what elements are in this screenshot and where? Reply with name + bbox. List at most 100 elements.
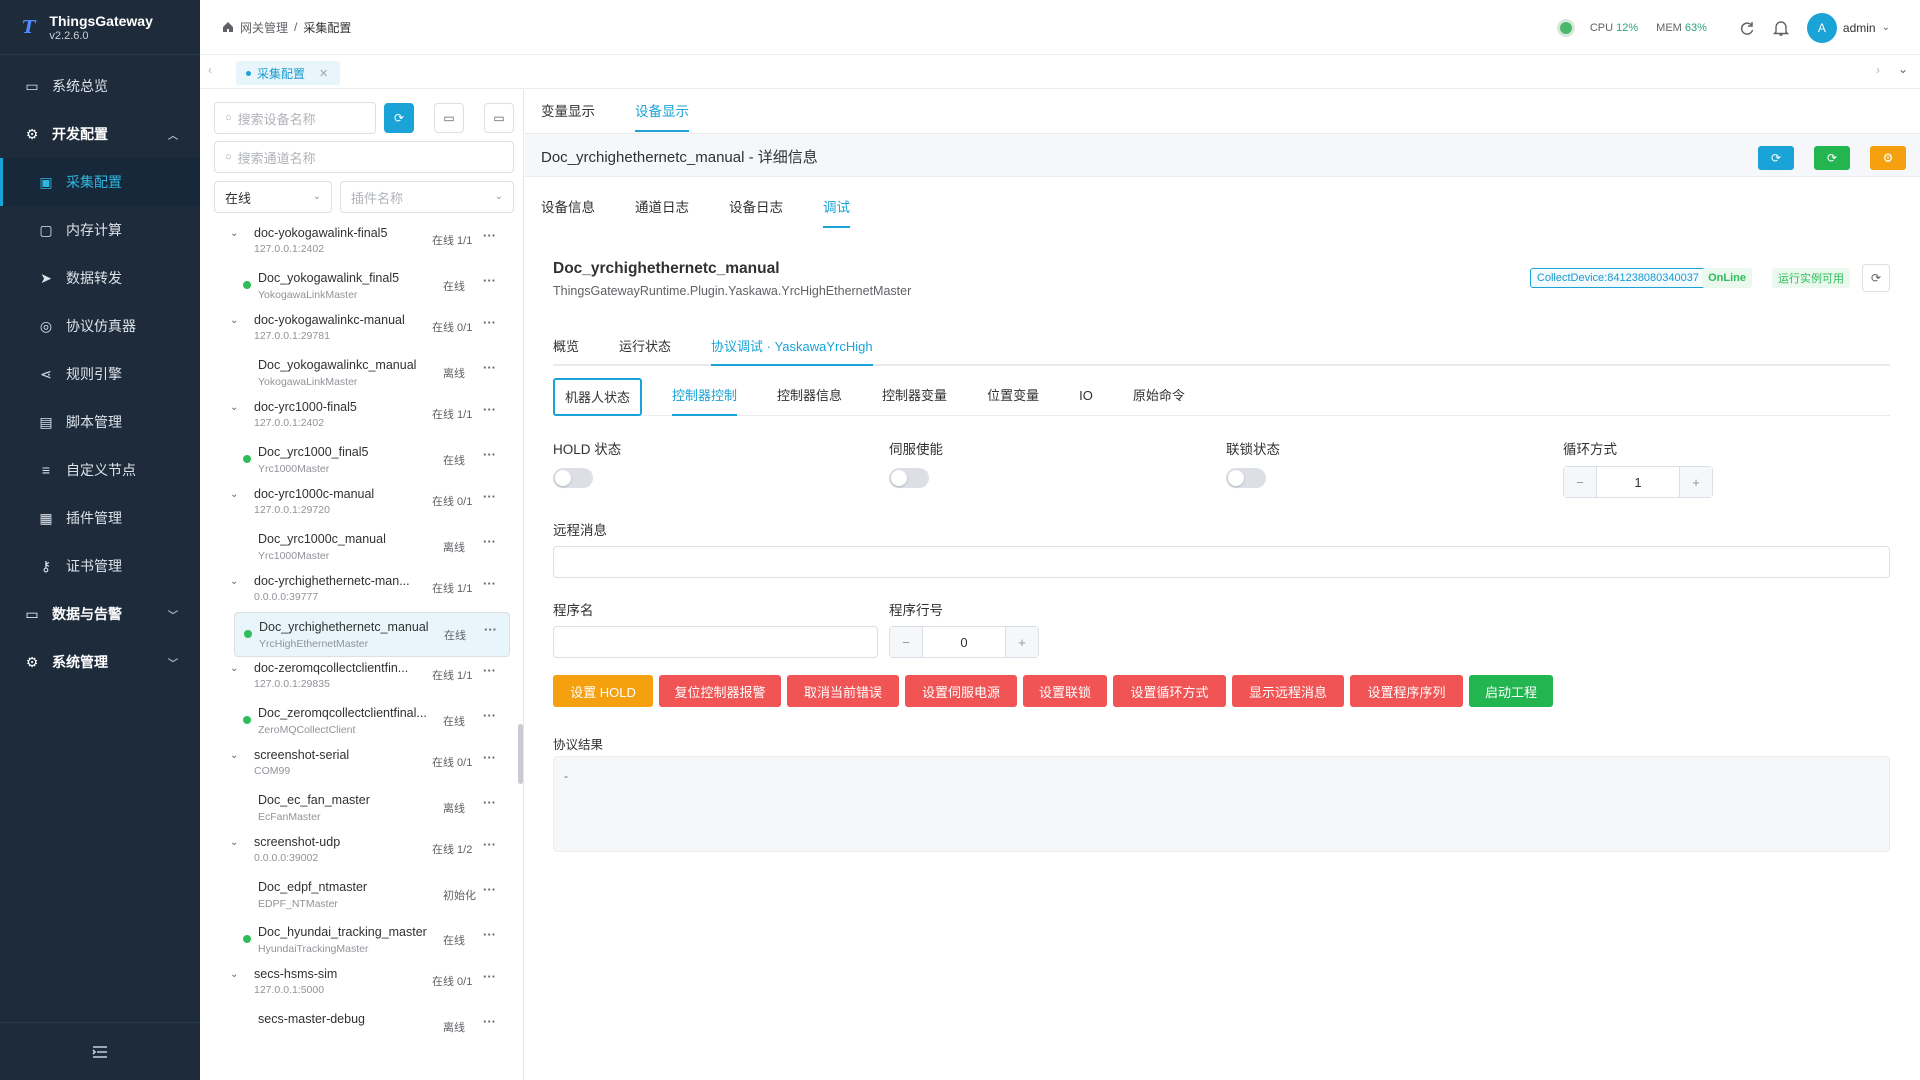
more-icon[interactable]: ··· xyxy=(483,708,496,723)
sidebar-item-7[interactable]: ▤ 脚本管理 xyxy=(0,398,200,446)
device-leaf[interactable]: Doc_yokogawalink_final5 YokogawaLinkMaste… xyxy=(234,264,510,309)
minus-icon[interactable]: − xyxy=(1564,467,1596,497)
device-leaf[interactable]: Doc_yrc1000_final5 Yrc1000Master 在线 ··· xyxy=(234,438,510,483)
program-line-value[interactable]: 0 xyxy=(922,627,1006,657)
settings-button[interactable]: ⚙ xyxy=(1870,146,1906,170)
more-icon[interactable]: ··· xyxy=(483,927,496,942)
chevron-down-icon[interactable]: ⌄ xyxy=(230,228,238,239)
channel-node[interactable]: ⌄ doc-yokogawalinkc-manual 127.0.0.1:29781… xyxy=(200,309,512,351)
more-icon[interactable]: ··· xyxy=(483,534,496,549)
channel-node[interactable]: ⌄ doc-zeromqcollectclientfin... 127.0.0.1:… xyxy=(200,657,512,699)
channel-node[interactable]: ⌄ screenshot-udp 0.0.0.0:39002 在线 1/2 ··· xyxy=(200,831,512,873)
refresh-icon[interactable] xyxy=(1739,20,1755,36)
sidebar-item-5[interactable]: ◎ 协议仿真器 xyxy=(0,302,200,350)
detail-tab-2[interactable]: 设备日志 xyxy=(729,190,783,228)
command-tab-3[interactable]: 控制器变量 xyxy=(882,378,947,415)
display-button[interactable]: ▭ xyxy=(484,103,514,133)
chevron-down-icon[interactable]: ⌄ xyxy=(230,969,238,980)
chevron-down-icon[interactable]: ⌄ xyxy=(230,489,238,500)
refresh-button[interactable]: ⟳ xyxy=(1758,146,1794,170)
more-icon[interactable]: ··· xyxy=(483,360,496,375)
more-icon[interactable]: ··· xyxy=(483,1014,496,1029)
display-tab-1[interactable]: 设备显示 xyxy=(635,90,689,132)
inner-tab-1[interactable]: 运行状态 xyxy=(619,330,671,364)
more-icon[interactable]: ··· xyxy=(483,489,496,504)
more-icon[interactable]: ··· xyxy=(483,882,496,897)
more-icon[interactable]: ··· xyxy=(483,576,496,591)
chevron-down-icon[interactable]: ⌄ xyxy=(230,663,238,674)
cycle-stepper[interactable]: − 1 + xyxy=(1563,466,1713,498)
tabs-scroll-left-icon[interactable]: ‹ xyxy=(208,63,212,77)
close-icon[interactable]: ✕ xyxy=(319,67,328,80)
display-tab-0[interactable]: 变量显示 xyxy=(541,90,595,132)
minus-icon[interactable]: − xyxy=(890,627,922,657)
plugin-select[interactable]: 插件名称 ⌄ xyxy=(340,181,514,213)
more-icon[interactable]: ··· xyxy=(483,315,496,330)
servo-switch[interactable] xyxy=(889,468,929,488)
action-button-7[interactable]: 设置程序序列 xyxy=(1350,675,1463,707)
device-leaf[interactable]: Doc_yrc1000c_manual Yrc1000Master 离线 ··· xyxy=(234,525,510,570)
detail-tab-0[interactable]: 设备信息 xyxy=(541,190,595,228)
cycle-value[interactable]: 1 xyxy=(1596,467,1680,497)
channel-node[interactable]: ⌄ doc-yrchighethernetc-man... 0.0.0.0:3977… xyxy=(200,570,512,612)
device-leaf[interactable]: Doc_hyundai_tracking_master HyundaiTracki… xyxy=(234,918,510,963)
sidebar-item-6[interactable]: ⋖ 规则引擎 xyxy=(0,350,200,398)
channel-node[interactable]: ⌄ doc-yrc1000c-manual 127.0.0.1:29720 在线 0/… xyxy=(200,483,512,525)
device-leaf[interactable]: Doc_edpf_ntmaster EDPF_NTMaster 初始化 ··· xyxy=(234,873,510,918)
action-button-1[interactable]: 复位控制器报警 xyxy=(659,675,781,707)
tab-collect-config[interactable]: 采集配置 ✕ xyxy=(236,61,341,85)
chevron-down-icon[interactable]: ⌄ xyxy=(230,750,238,761)
action-button-3[interactable]: 设置伺服电源 xyxy=(905,675,1017,707)
detail-tab-1[interactable]: 通道日志 xyxy=(635,190,689,228)
refresh-device-button[interactable]: ⟳ xyxy=(1862,264,1890,292)
sidebar-item-11[interactable]: ▭ 数据与告警 ﹀ xyxy=(0,590,200,638)
action-button-8[interactable]: 启动工程 xyxy=(1469,675,1553,707)
chevron-down-icon[interactable]: ⌄ xyxy=(230,837,238,848)
chevron-down-icon[interactable]: ⌄ xyxy=(230,315,238,326)
sidebar-item-10[interactable]: ⚷ 证书管理 xyxy=(0,542,200,590)
more-icon[interactable]: ··· xyxy=(483,837,496,852)
status-select[interactable]: 在线 ⌄ xyxy=(214,181,332,213)
search-device-input[interactable]: ○ 搜索设备名称 xyxy=(214,102,376,134)
action-button-5[interactable]: 设置循环方式 xyxy=(1113,675,1226,707)
chevron-down-icon[interactable]: ⌄ xyxy=(230,576,238,587)
action-button-2[interactable]: 取消当前错误 xyxy=(787,675,899,707)
chevron-down-icon[interactable]: ⌄ xyxy=(230,402,238,413)
collapse-sidebar-button[interactable] xyxy=(0,1022,200,1080)
more-icon[interactable]: ··· xyxy=(483,228,496,243)
bell-icon[interactable] xyxy=(1772,19,1789,37)
command-tab-5[interactable]: IO xyxy=(1079,378,1093,415)
hold-switch[interactable] xyxy=(553,468,593,488)
sidebar-item-8[interactable]: ≡ 自定义节点 xyxy=(0,446,200,494)
more-icon[interactable]: ··· xyxy=(483,402,496,417)
device-leaf[interactable]: Doc_ec_fan_master EcFanMaster 离线 ··· xyxy=(234,786,510,831)
sidebar-item-3[interactable]: ▢ 内存计算 xyxy=(0,206,200,254)
action-button-6[interactable]: 显示远程消息 xyxy=(1232,675,1344,707)
more-icon[interactable]: ··· xyxy=(484,622,497,637)
detail-tab-3[interactable]: 调试 xyxy=(823,190,850,228)
refresh-tree-button[interactable]: ⟳ xyxy=(384,103,414,133)
interlock-switch[interactable] xyxy=(1226,468,1266,488)
device-leaf[interactable]: Doc_yrchighethernetc_manual YrcHighEthern… xyxy=(234,612,510,657)
more-icon[interactable]: ··· xyxy=(483,795,496,810)
device-leaf[interactable]: Doc_zeromqcollectclientfinal... ZeroMQCol… xyxy=(234,699,510,744)
channel-node[interactable]: ⌄ secs-hsms-sim 127.0.0.1:5000 在线 0/1 ··· xyxy=(200,963,512,1005)
sidebar-item-12[interactable]: ⚙ 系统管理 ﹀ xyxy=(0,638,200,686)
restart-button[interactable]: ⟳ xyxy=(1814,146,1850,170)
inner-tab-0[interactable]: 概览 xyxy=(553,330,579,364)
command-tab-0[interactable]: 机器人状态 xyxy=(553,378,643,416)
more-icon[interactable]: ··· xyxy=(483,663,496,678)
more-icon[interactable]: ··· xyxy=(483,447,496,462)
program-line-stepper[interactable]: − 0 + xyxy=(889,626,1039,658)
remote-message-input[interactable] xyxy=(553,546,1890,578)
command-tab-6[interactable]: 原始命令 xyxy=(1133,378,1185,415)
search-channel-input[interactable]: ○ 搜索通道名称 xyxy=(214,141,514,173)
action-button-4[interactable]: 设置联锁 xyxy=(1023,675,1107,707)
plus-icon[interactable]: + xyxy=(1006,627,1038,657)
command-tab-2[interactable]: 控制器信息 xyxy=(777,378,842,415)
plus-icon[interactable]: + xyxy=(1680,467,1712,497)
channel-node[interactable]: ⌄ doc-yokogawalink-final5 127.0.0.1:2402 在线… xyxy=(200,222,512,264)
channel-node[interactable]: ⌄ screenshot-serial COM99 在线 0/1 ··· xyxy=(200,744,512,786)
tabs-scroll-right-icon[interactable]: › xyxy=(1876,63,1880,77)
sidebar-item-2[interactable]: ▣ 采集配置 xyxy=(0,158,200,206)
